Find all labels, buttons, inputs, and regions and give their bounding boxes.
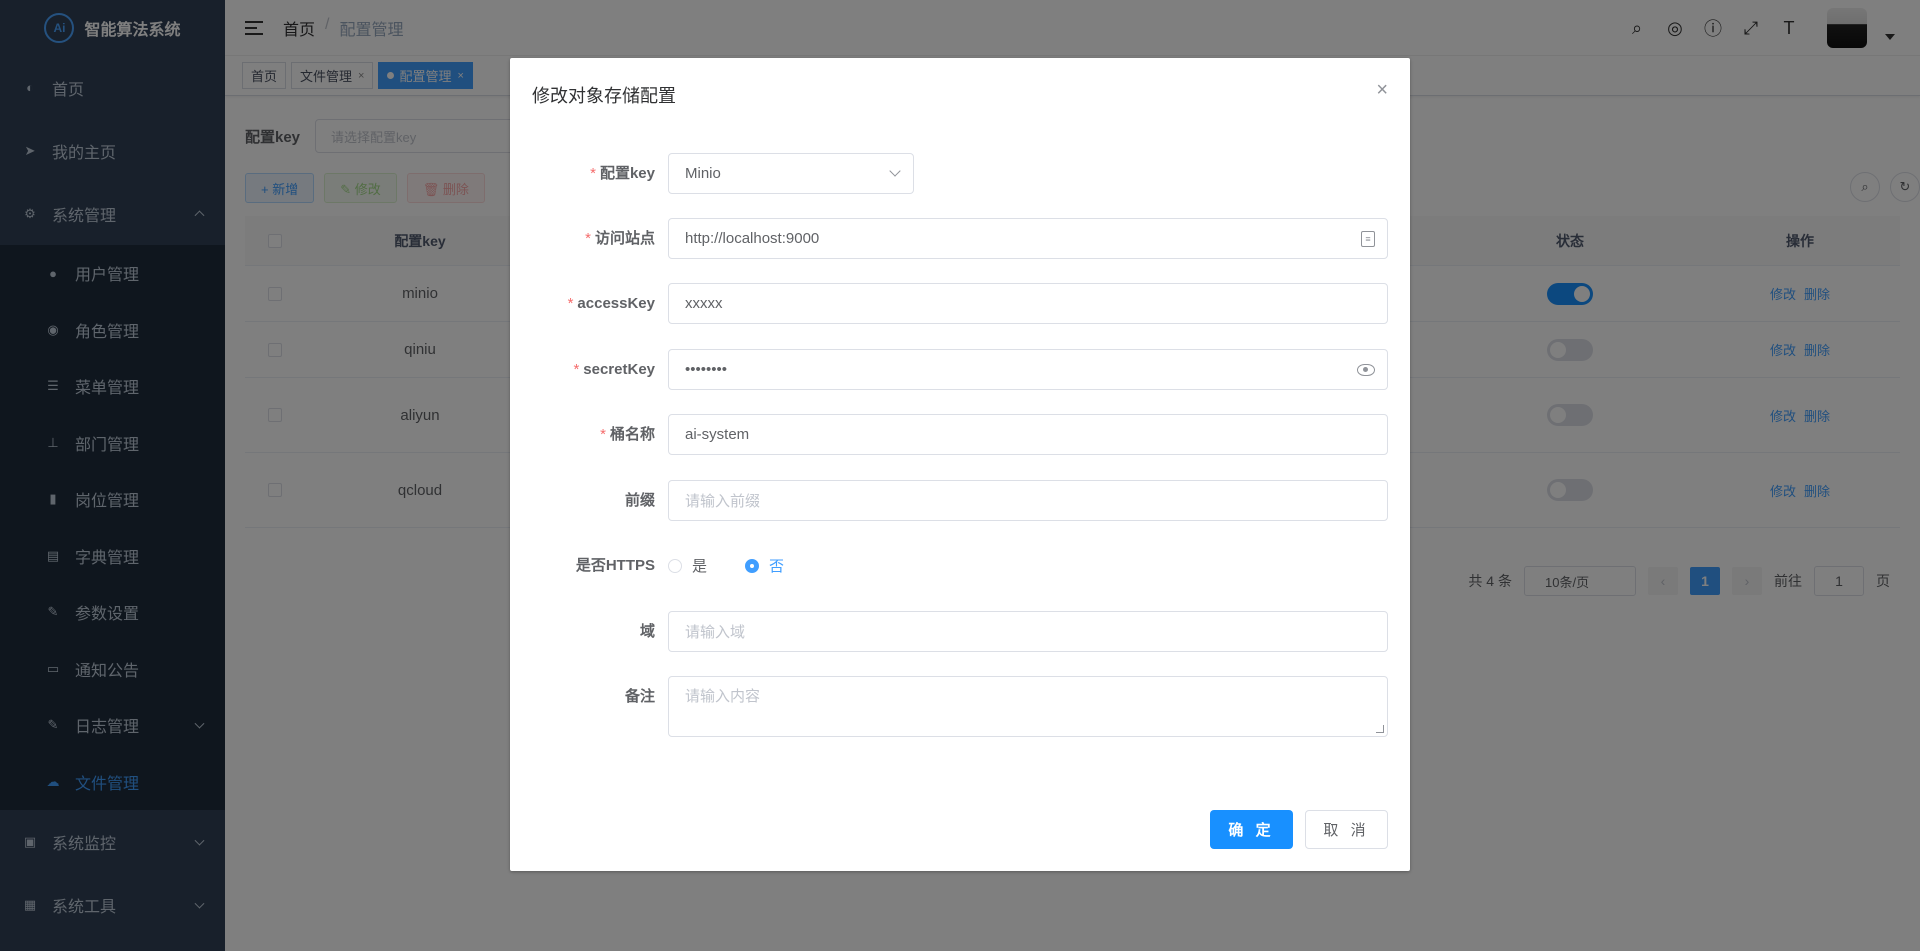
field-label: 前缀 [624,492,655,509]
field-label: 桶名称 [609,426,655,443]
config-key-select[interactable]: Minio [668,153,914,194]
endpoint-input[interactable]: http://localhost:9000 ≡ [668,218,1388,259]
input-value: http://localhost:9000 [685,230,820,247]
form-item-remark: 备注 请输入内容 [510,676,1410,737]
form-item-secret-key: * secretKey •••••••• [510,349,1410,390]
form-item-access-key: * accessKey xxxxx [510,283,1410,324]
form-item-config-key: * 配置key Minio [510,153,1410,194]
field-label: 备注 [624,688,655,705]
https-radio-no[interactable]: 否 [745,555,784,576]
form-item-endpoint: * 访问站点 http://localhost:9000 ≡ [510,218,1410,259]
secret-key-input[interactable]: •••••••• [668,349,1388,390]
form-item-https: 是否HTTPS 是 否 [510,545,1410,586]
field-label: secretKey [583,361,655,378]
form-item-domain: 域 请输入域 [510,611,1410,652]
required-asterisk: * [573,361,580,378]
prefix-input[interactable]: 请输入前缀 [668,480,1388,521]
field-label: 访问站点 [594,230,655,247]
required-asterisk: * [600,426,606,443]
required-asterisk: * [590,165,596,182]
bucket-name-input[interactable]: ai-system [668,414,1388,455]
close-icon[interactable]: × [1376,80,1388,100]
radio-label: 否 [769,558,785,575]
required-asterisk: * [585,230,591,247]
field-label: 是否HTTPS [575,557,655,574]
access-key-input[interactable]: xxxxx [668,283,1388,324]
radio-circle [668,558,682,573]
input-value: xxxxx [685,295,723,312]
select-value: Minio [685,165,721,182]
dialog-footer: 确 定 取 消 [1210,810,1388,849]
radio-circle [745,558,760,573]
https-radio-group: 是 否 [668,545,822,586]
domain-input[interactable]: 请输入域 [668,611,1388,652]
field-label: 域 [639,623,655,640]
form-item-prefix: 前缀 请输入前缀 [510,480,1410,521]
form-item-bucket: * 桶名称 ai-system [510,414,1410,455]
resize-handle-icon[interactable] [1376,725,1384,733]
radio-label: 是 [692,558,708,575]
edit-oss-config-dialog: 修改对象存储配置 × * 配置key Minio * 访问站点 http://loc… [510,58,1410,871]
required-asterisk: * [567,295,574,312]
dialog-title: 修改对象存储配置 [532,86,676,106]
field-label: accessKey [577,295,655,312]
autofill-icon: ≡ [1361,230,1375,247]
confirm-button[interactable]: 确 定 [1210,810,1293,849]
cancel-button[interactable]: 取 消 [1305,810,1388,849]
chevron-down-icon [889,165,901,177]
textarea-placeholder: 请输入内容 [685,688,761,705]
field-label: 配置key [599,165,655,182]
eye-icon[interactable] [1357,363,1375,376]
https-radio-yes[interactable]: 是 [668,555,707,576]
input-value: ai-system [685,426,750,443]
remark-textarea[interactable]: 请输入内容 [668,676,1388,737]
input-value: •••••••• [685,361,728,378]
